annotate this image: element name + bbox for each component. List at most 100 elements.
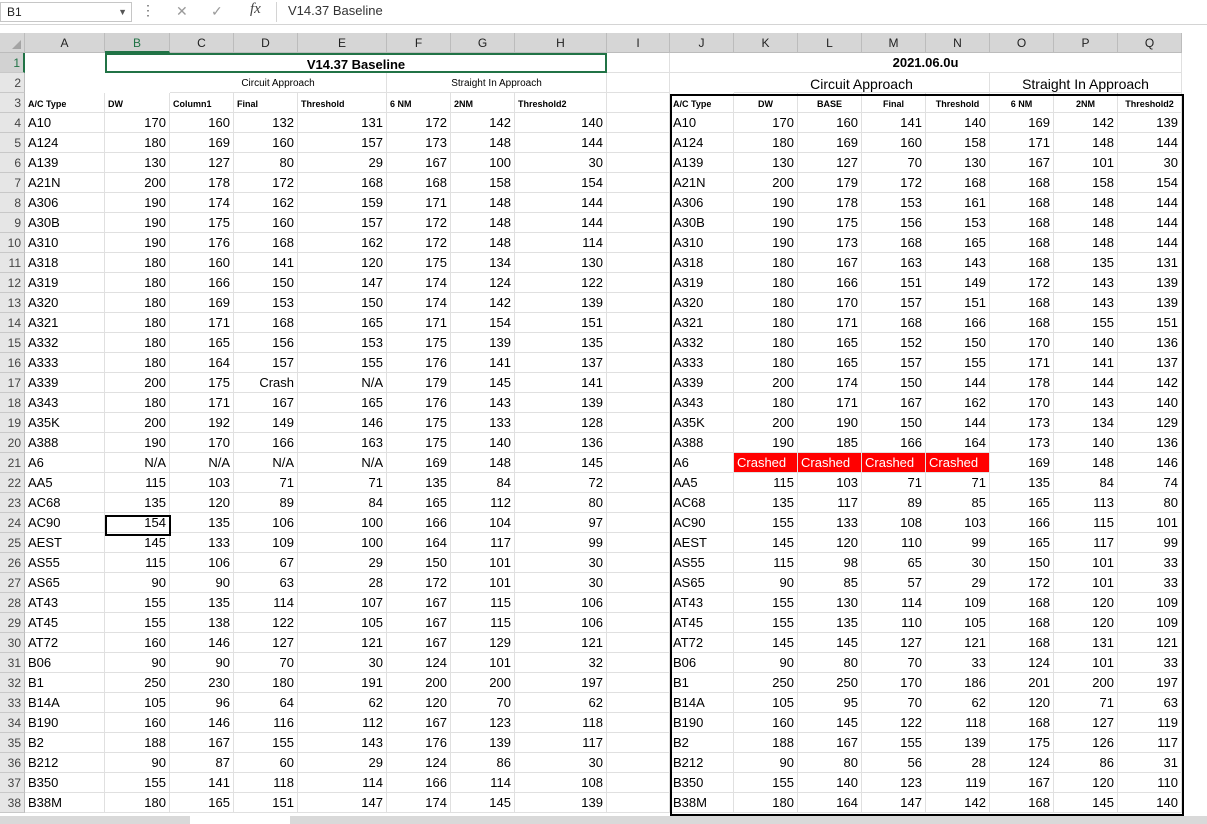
data-cell[interactable]: 136 (1118, 333, 1182, 353)
data-cell[interactable]: 168 (862, 233, 926, 253)
empty-cell[interactable] (607, 473, 670, 493)
data-cell[interactable]: 168 (990, 793, 1054, 813)
data-cell[interactable]: 62 (298, 693, 387, 713)
ac-type-cell[interactable]: B2 (25, 733, 105, 753)
data-cell[interactable]: 174 (387, 293, 451, 313)
empty-cell[interactable] (607, 213, 670, 233)
data-cell[interactable]: 140 (1118, 793, 1182, 813)
data-cell[interactable]: 151 (1118, 313, 1182, 333)
data-cell[interactable]: 143 (926, 253, 990, 273)
column-header-p[interactable]: P (1054, 33, 1118, 53)
data-cell[interactable]: 140 (515, 113, 607, 133)
ac-type-cell[interactable]: A310 (25, 233, 105, 253)
row-header-9[interactable]: 9 (0, 213, 25, 233)
data-cell[interactable]: 169 (990, 453, 1054, 473)
data-cell[interactable]: N/A (170, 453, 234, 473)
column-header-a[interactable]: A (25, 33, 105, 53)
data-cell[interactable]: 140 (798, 773, 862, 793)
data-cell[interactable]: 161 (926, 193, 990, 213)
data-cell[interactable]: 115 (105, 553, 170, 573)
data-cell[interactable]: 30 (515, 153, 607, 173)
row-header-28[interactable]: 28 (0, 593, 25, 613)
data-cell[interactable]: 165 (170, 793, 234, 813)
formula-input[interactable]: V14.37 Baseline (288, 3, 383, 18)
empty-cell[interactable] (607, 453, 670, 473)
data-cell[interactable]: 147 (298, 793, 387, 813)
data-cell[interactable]: 200 (734, 173, 798, 193)
row-header-10[interactable]: 10 (0, 233, 25, 253)
data-cell[interactable]: 112 (451, 493, 515, 513)
data-cell[interactable]: 105 (734, 693, 798, 713)
row-header-24[interactable]: 24 (0, 513, 25, 533)
data-cell[interactable]: 168 (990, 593, 1054, 613)
data-cell[interactable]: 175 (990, 733, 1054, 753)
data-cell[interactable]: 136 (1118, 433, 1182, 453)
data-cell[interactable]: 90 (734, 573, 798, 593)
data-cell[interactable]: 130 (734, 153, 798, 173)
data-cell[interactable]: 190 (734, 193, 798, 213)
data-cell[interactable]: 164 (798, 793, 862, 813)
ac-type-cell[interactable]: A35K (670, 413, 734, 433)
table-title-right[interactable]: 2021.06.0u (670, 53, 1182, 73)
data-cell[interactable]: 150 (862, 373, 926, 393)
data-cell[interactable]: 155 (734, 593, 798, 613)
data-cell[interactable]: 146 (170, 713, 234, 733)
data-cell[interactable]: 123 (862, 773, 926, 793)
data-cell[interactable]: 124 (451, 273, 515, 293)
data-cell[interactable]: 136 (515, 433, 607, 453)
data-cell[interactable]: 144 (515, 213, 607, 233)
ac-type-cell[interactable]: A124 (670, 133, 734, 153)
data-cell[interactable]: 96 (170, 693, 234, 713)
ac-type-cell[interactable]: AC90 (670, 513, 734, 533)
data-cell[interactable]: 180 (734, 253, 798, 273)
data-cell[interactable]: 122 (862, 713, 926, 733)
data-cell[interactable]: 106 (515, 613, 607, 633)
data-cell[interactable]: 166 (170, 273, 234, 293)
data-cell[interactable]: 150 (926, 333, 990, 353)
data-cell[interactable]: 168 (990, 213, 1054, 233)
data-cell[interactable]: 200 (105, 173, 170, 193)
data-cell[interactable]: 90 (734, 753, 798, 773)
row-header-34[interactable]: 34 (0, 713, 25, 733)
data-cell[interactable]: 174 (798, 373, 862, 393)
column-header-m[interactable]: M (862, 33, 926, 53)
row-header-12[interactable]: 12 (0, 273, 25, 293)
select-all-corner[interactable] (0, 33, 25, 53)
data-cell[interactable]: 155 (734, 513, 798, 533)
row-header-13[interactable]: 13 (0, 293, 25, 313)
empty-cell[interactable] (607, 513, 670, 533)
data-cell[interactable]: 156 (234, 333, 298, 353)
data-cell[interactable]: 141 (862, 113, 926, 133)
data-cell[interactable]: 148 (451, 233, 515, 253)
data-cell[interactable]: 166 (990, 513, 1054, 533)
data-cell[interactable]: 160 (170, 113, 234, 133)
data-cell[interactable]: 171 (387, 313, 451, 333)
data-cell[interactable]: 133 (798, 513, 862, 533)
data-cell[interactable]: 180 (734, 353, 798, 373)
empty-cell[interactable] (607, 353, 670, 373)
data-cell[interactable]: 165 (798, 333, 862, 353)
data-cell[interactable]: 151 (515, 313, 607, 333)
data-cell[interactable]: 89 (862, 493, 926, 513)
empty-cell[interactable] (607, 253, 670, 273)
data-cell[interactable]: 144 (515, 193, 607, 213)
data-cell[interactable]: 140 (1054, 333, 1118, 353)
data-cell[interactable]: 168 (862, 313, 926, 333)
empty-cell[interactable] (607, 753, 670, 773)
data-cell[interactable]: 95 (798, 693, 862, 713)
data-cell[interactable]: 101 (1054, 553, 1118, 573)
data-cell[interactable]: 170 (105, 113, 170, 133)
data-cell[interactable]: 166 (862, 433, 926, 453)
row-header-33[interactable]: 33 (0, 693, 25, 713)
data-cell[interactable]: 89 (234, 493, 298, 513)
data-cell[interactable]: 107 (298, 593, 387, 613)
data-cell[interactable]: 171 (798, 313, 862, 333)
data-cell[interactable]: 128 (515, 413, 607, 433)
column-header-e[interactable]: E (298, 33, 387, 53)
data-cell[interactable]: 143 (1054, 393, 1118, 413)
data-cell[interactable]: 119 (1118, 713, 1182, 733)
data-cell[interactable]: 190 (734, 213, 798, 233)
data-cell[interactable]: 151 (862, 273, 926, 293)
data-cell[interactable]: 140 (926, 113, 990, 133)
data-cell[interactable]: 110 (1118, 773, 1182, 793)
